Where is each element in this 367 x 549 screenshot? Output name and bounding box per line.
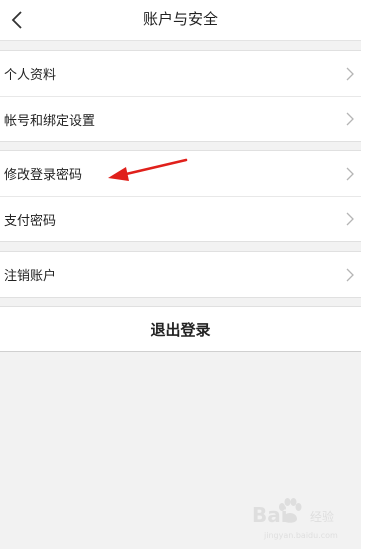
menu-item-profile[interactable]: 个人资料 [0, 51, 361, 96]
chevron-right-icon [346, 268, 354, 281]
page-title: 账户与安全 [142, 10, 218, 28]
paw-icon [279, 498, 302, 523]
menu-item-label: 修改登录密码 [4, 168, 83, 183]
chevron-right-icon [346, 167, 354, 180]
navigation-bar: 账户与安全 [0, 0, 361, 41]
watermark-url: jingyan.baidu.com [264, 531, 338, 540]
account-security-screen: 账户与安全 个人资料 帐号和绑定设置 修改登录密码 支付密码 注销账户 退出登录 [0, 0, 361, 549]
back-button[interactable] [0, 0, 34, 40]
screen-edge [361, 0, 367, 549]
section-profile: 个人资料 帐号和绑定设置 [0, 50, 361, 142]
menu-item-account-binding[interactable]: 帐号和绑定设置 [0, 96, 361, 141]
menu-item-label: 注销账户 [4, 269, 57, 284]
menu-item-payment-password[interactable]: 支付密码 [0, 196, 361, 241]
chevron-right-icon [346, 67, 354, 80]
menu-item-label: 个人资料 [4, 68, 57, 83]
logout-button[interactable]: 退出登录 [0, 306, 361, 352]
section-deactivate: 注销账户 [0, 251, 361, 298]
watermark-suffix: 经验 [310, 510, 335, 524]
menu-item-label: 支付密码 [4, 213, 57, 229]
chevron-right-icon [346, 212, 354, 226]
logout-label: 退出登录 [150, 320, 211, 339]
annotation-arrow-icon [108, 158, 188, 181]
baidu-jingyan-watermark: Bai 经验 jingyan.baidu.com [252, 493, 352, 545]
menu-item-deactivate-account[interactable]: 注销账户 [0, 252, 361, 297]
chevron-left-icon [11, 11, 22, 29]
menu-item-label: 帐号和绑定设置 [4, 113, 96, 129]
chevron-right-icon [346, 112, 354, 126]
